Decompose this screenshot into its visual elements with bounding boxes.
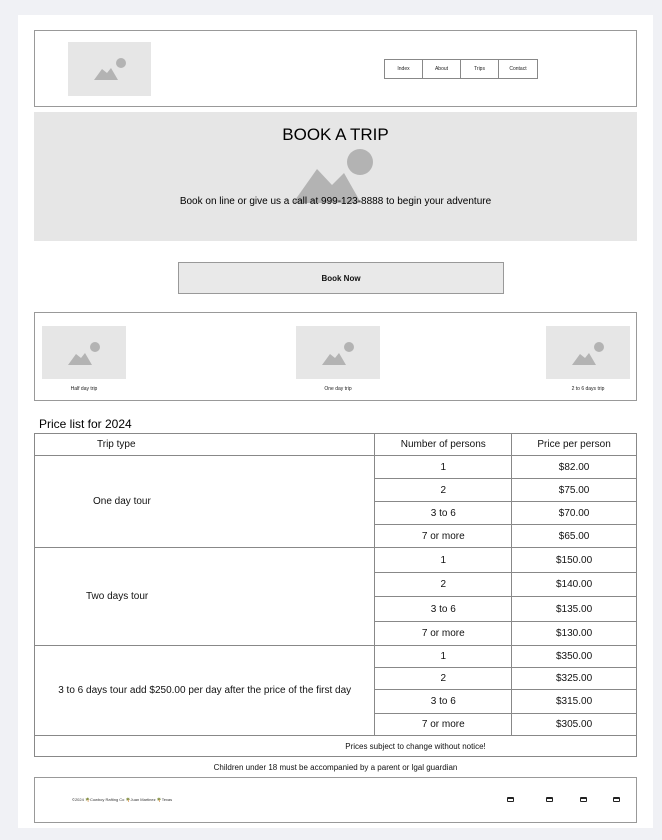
trip-label-one-day: One day trip	[324, 386, 352, 392]
social-icon-3[interactable]	[580, 797, 587, 802]
table-row: Two days tour 1 $150.00	[33, 547, 637, 646]
price-cell: $350.00	[511, 645, 637, 668]
persons-cell: 2	[374, 478, 513, 502]
price-cell: $135.00	[511, 596, 637, 622]
trip-label-half-day: Half day trip	[70, 386, 98, 392]
table-row: 3 to 6 days tour add $250.00 per day aft…	[33, 645, 637, 736]
price-cell: $150.00	[511, 547, 637, 573]
header-trip-type: Trip type	[33, 433, 376, 456]
persons-cell: 7 or more	[374, 621, 513, 646]
price-cell: $305.00	[511, 713, 637, 736]
persons-cell: 1	[374, 455, 513, 479]
social-icon-1[interactable]	[507, 797, 514, 802]
image-placeholder-icon	[572, 342, 604, 365]
image-placeholder-icon	[68, 342, 100, 365]
trip-type-cell: Two days tour	[33, 547, 376, 646]
persons-cell: 1	[374, 645, 513, 668]
trip-type-cell: One day tour	[33, 455, 376, 548]
nav-link-about[interactable]: About	[423, 60, 461, 78]
trip-type-cell: 3 to 6 days tour add $250.00 per day aft…	[33, 645, 376, 736]
trip-image-half-day[interactable]	[42, 326, 126, 379]
trip-label-multi-day: 2 to 6 days trip	[571, 386, 605, 392]
price-cell: $75.00	[511, 478, 637, 502]
persons-cell: 2	[374, 667, 513, 690]
nav-link-index[interactable]: Index	[385, 60, 423, 78]
price-list-title: Price list for 2024	[39, 417, 132, 431]
site-header: Index About Trips Contact	[34, 30, 637, 107]
price-cell: $65.00	[511, 524, 637, 548]
price-notice: Prices subject to change without notice!	[34, 736, 637, 757]
price-cell: $130.00	[511, 621, 637, 646]
social-icon-4[interactable]	[613, 797, 620, 802]
book-now-button[interactable]: Book Now	[178, 262, 504, 294]
trip-gallery: Half day trip One day trip 2 to 6 days t…	[34, 312, 637, 401]
footer-copyright: ©2024 🌴Cowboy Rafting Co 🌴Juan Martinez …	[72, 797, 173, 802]
persons-cell: 7 or more	[374, 713, 513, 736]
main-nav: Index About Trips Contact	[384, 59, 538, 79]
table-row: One day tour 1 $82.00	[33, 455, 637, 548]
price-cell: $325.00	[511, 667, 637, 690]
price-cell: $82.00	[511, 455, 637, 479]
persons-cell: 7 or more	[374, 524, 513, 548]
image-placeholder-icon	[322, 342, 354, 365]
page: Index About Trips Contact BOOK A TRIP Bo…	[18, 15, 653, 828]
persons-cell: 3 to 6	[374, 689, 513, 714]
social-icon-2[interactable]	[546, 797, 553, 802]
children-note: Children under 18 must be accompanied by…	[213, 763, 458, 772]
nav-link-trips[interactable]: Trips	[461, 60, 499, 78]
price-table: Trip type Number of persons Price per pe…	[33, 433, 637, 736]
hero-text: Book on line or give us a call at 999-12…	[179, 196, 492, 207]
image-placeholder-icon	[94, 58, 126, 80]
price-cell: $315.00	[511, 689, 637, 714]
site-footer: ©2024 🌴Cowboy Rafting Co 🌴Juan Martinez …	[34, 777, 637, 823]
persons-cell: 3 to 6	[374, 596, 513, 622]
hero-banner: BOOK A TRIP Book on line or give us a ca…	[34, 112, 637, 241]
header-price-per-person: Price per person	[511, 433, 637, 456]
logo-image-placeholder	[68, 42, 151, 96]
trip-image-one-day[interactable]	[296, 326, 380, 379]
price-table-header-row: Trip type Number of persons Price per pe…	[33, 433, 637, 456]
price-cell: $70.00	[511, 501, 637, 525]
header-number-of-persons: Number of persons	[374, 433, 513, 456]
persons-cell: 2	[374, 572, 513, 597]
trip-image-multi-day[interactable]	[546, 326, 630, 379]
nav-link-contact[interactable]: Contact	[499, 60, 537, 78]
hero-title: BOOK A TRIP	[282, 125, 389, 144]
price-cell: $140.00	[511, 572, 637, 597]
persons-cell: 1	[374, 547, 513, 573]
persons-cell: 3 to 6	[374, 501, 513, 525]
